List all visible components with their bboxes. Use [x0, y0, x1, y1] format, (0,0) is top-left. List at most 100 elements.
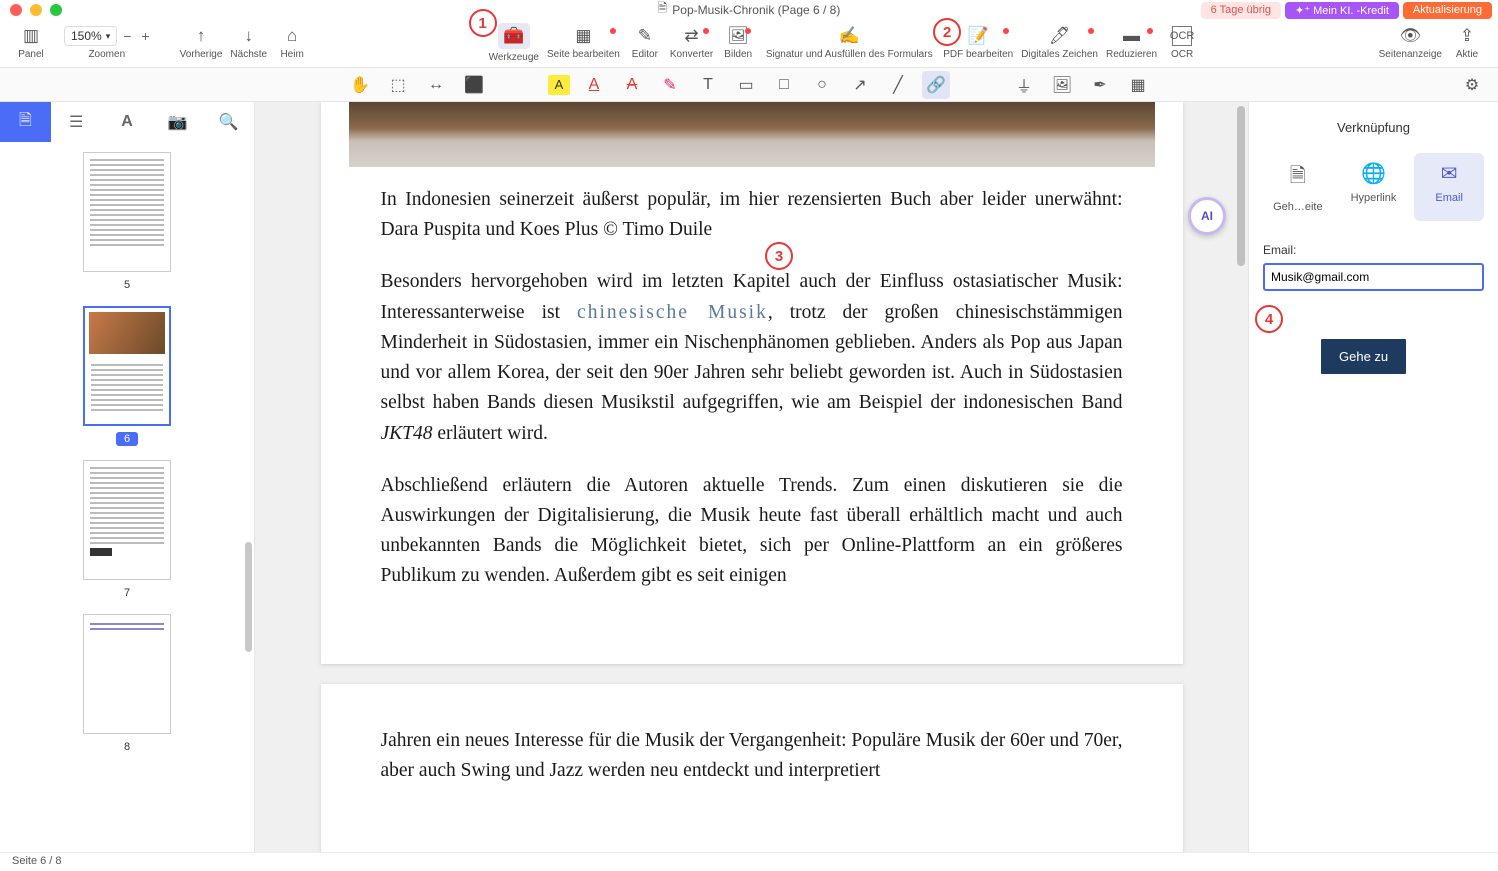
convert-icon: ⇄	[682, 26, 702, 46]
converter-button[interactable]: ⇄ Konverter	[666, 26, 717, 60]
ai-credit-badge[interactable]: ✦⁺ Mein KI. -Kredit	[1285, 2, 1399, 19]
pdf-edit-button[interactable]: 2 📝 PDF bearbeiten	[939, 26, 1017, 60]
zoom-group: 150% ▾ − + Zoomen	[64, 26, 150, 60]
ocr-button[interactable]: OCR OCR	[1161, 26, 1203, 60]
thumb-label-8: 8	[116, 740, 138, 754]
share-icon: ⇪	[1457, 26, 1477, 46]
zoom-in-button[interactable]: +	[141, 28, 149, 44]
circle-tool[interactable]: ○	[808, 71, 836, 99]
page-display-label: Seitenanzeige	[1379, 49, 1442, 60]
document-icon: 🗎	[658, 0, 668, 20]
settings-gear[interactable]: ⚙	[1458, 71, 1486, 99]
paragraph-2: Besonders hervorgehoben wird im letzten …	[381, 267, 1123, 448]
sign-fill-label: Signatur und Ausfüllen des Formulars	[766, 49, 933, 60]
text-link-chinesische-musik[interactable]: chinesische Musik	[577, 302, 768, 323]
ocr-label: OCR	[1171, 49, 1193, 60]
rectangle-tool[interactable]: □	[770, 71, 798, 99]
images-button[interactable]: 🖼 Bilden	[717, 26, 759, 60]
mail-icon: ✉	[1441, 161, 1458, 186]
image-icon: 🖼	[728, 26, 748, 46]
maximize-window-button[interactable]	[50, 4, 62, 16]
chevron-down-icon: ▾	[106, 31, 111, 42]
hand-tool[interactable]: ✋	[346, 71, 374, 99]
email-input[interactable]	[1263, 263, 1484, 291]
thumbnails-list[interactable]: 5 6 7 8	[0, 142, 254, 852]
outline-tab[interactable]: ☰	[51, 102, 102, 142]
digital-sign-button[interactable]: 🖊 Digitales Zeichen	[1017, 26, 1102, 60]
home-button[interactable]: ⌂ Heim	[271, 26, 313, 60]
left-panel-tabs: 🗎 ☰ A 📷 🔍	[0, 102, 254, 142]
note-tool[interactable]: ▭	[732, 71, 760, 99]
editor-button[interactable]: ✎ Editor	[624, 26, 666, 60]
thumbnail-page-6[interactable]: 6	[83, 306, 171, 446]
update-badge[interactable]: Aktualisierung	[1403, 2, 1492, 19]
thumbnails-scrollbar[interactable]	[245, 542, 252, 652]
ai-assistant-button[interactable]: AI	[1188, 197, 1226, 235]
header-badges: 6 Tage übrig ✦⁺ Mein KI. -Kredit Aktuali…	[1201, 2, 1492, 19]
document-scrollbar[interactable]	[1237, 106, 1245, 266]
sign-tool[interactable]: ✒	[1086, 71, 1114, 99]
insert-image-tool[interactable]: 🖼	[1048, 71, 1076, 99]
annotations-tab[interactable]: A	[102, 102, 153, 142]
fit-width-tool[interactable]: ↔	[422, 71, 450, 99]
underline-tool[interactable]: A	[580, 71, 608, 99]
callout-4: 4	[1255, 305, 1283, 333]
status-bar: Seite 6 / 8	[0, 852, 1498, 871]
images-label: Bilden	[724, 49, 752, 60]
pdf-edit-icon: 📝	[968, 26, 988, 46]
redact-button[interactable]: ▬ Reduzieren	[1102, 26, 1161, 60]
main-toolbar: ▥ Panel 150% ▾ − + Zoomen ↑ Vorherige ↓ …	[0, 19, 1498, 68]
para2-italic: JKT48	[381, 423, 433, 444]
page-image-placeholder	[349, 102, 1155, 167]
tools-button[interactable]: 1 🧰 Werkzeuge	[485, 23, 543, 63]
traffic-lights	[10, 4, 62, 16]
link-tab-page[interactable]: 🗎 Geh…eite	[1263, 153, 1333, 221]
page-display-button[interactable]: 👁 Seitenanzeige	[1375, 26, 1446, 60]
paragraph-3: Abschließend erläutern die Autoren aktue…	[381, 471, 1123, 592]
arrow-tool[interactable]: ↗	[846, 71, 874, 99]
stamp-tool[interactable]: ⏚	[1010, 71, 1038, 99]
zoom-out-button[interactable]: −	[123, 28, 131, 44]
document-area[interactable]: AI 3 In Indonesien seinerzeit äußerst po…	[255, 102, 1248, 852]
home-icon: ⌂	[282, 26, 302, 46]
arrow-down-icon: ↓	[239, 26, 259, 46]
select-tool[interactable]: ⬚	[384, 71, 412, 99]
link-tab-email[interactable]: ✉ Email	[1414, 153, 1484, 221]
page-edit-button[interactable]: ▦ Seite bearbeiten	[543, 26, 624, 60]
freehand-tool[interactable]: ✎	[656, 71, 684, 99]
pdf-edit-label: PDF bearbeiten	[943, 49, 1013, 60]
trial-badge[interactable]: 6 Tage übrig	[1201, 2, 1281, 19]
table-tool[interactable]: ▦	[1124, 71, 1152, 99]
document-page-6: In Indonesien seinerzeit äußerst populär…	[321, 102, 1183, 664]
text-tool[interactable]: T	[694, 71, 722, 99]
thumbnail-page-5[interactable]: 5	[83, 152, 171, 292]
link-tab-hyperlink[interactable]: 🌐 Hyperlink	[1339, 153, 1409, 221]
line-tool[interactable]: ╱	[884, 71, 912, 99]
zoom-selector[interactable]: 150% ▾	[64, 26, 117, 46]
camera-tab[interactable]: 📷	[152, 102, 203, 142]
editor-label: Editor	[632, 49, 658, 60]
zoom-label: Zoomen	[88, 49, 125, 60]
tools-label: Werkzeuge	[489, 52, 539, 63]
next-page-button[interactable]: ↓ Nächste	[226, 26, 271, 60]
thumbnail-page-8[interactable]: 8	[83, 614, 171, 754]
converter-label: Konverter	[670, 49, 713, 60]
image-caption: In Indonesien seinerzeit äußerst populär…	[381, 185, 1123, 245]
thumbnail-page-7[interactable]: 7	[83, 460, 171, 600]
prev-page-button[interactable]: ↑ Vorherige	[176, 26, 227, 60]
edit-icon: ✎	[635, 26, 655, 46]
close-window-button[interactable]	[10, 4, 22, 16]
highlight-tool[interactable]: A	[548, 75, 570, 95]
search-tab[interactable]: 🔍	[203, 102, 254, 142]
minimize-window-button[interactable]	[30, 4, 42, 16]
sign-fill-button[interactable]: ✍ Signatur und Ausfüllen des Formulars	[759, 26, 939, 60]
link-tool[interactable]: 🔗	[922, 71, 950, 99]
panel-toggle[interactable]: ▥ Panel	[10, 26, 52, 60]
left-panel: 🗎 ☰ A 📷 🔍 5 6 7 8	[0, 102, 255, 852]
thumbnails-tab[interactable]: 🗎	[0, 102, 51, 142]
share-button[interactable]: ⇪ Aktie	[1446, 26, 1488, 60]
strikethrough-tool[interactable]: A	[618, 71, 646, 99]
snapshot-tool[interactable]: ⬛	[460, 71, 488, 99]
panel-icon: ▥	[21, 26, 41, 46]
go-to-button[interactable]: Gehe zu	[1321, 339, 1406, 374]
